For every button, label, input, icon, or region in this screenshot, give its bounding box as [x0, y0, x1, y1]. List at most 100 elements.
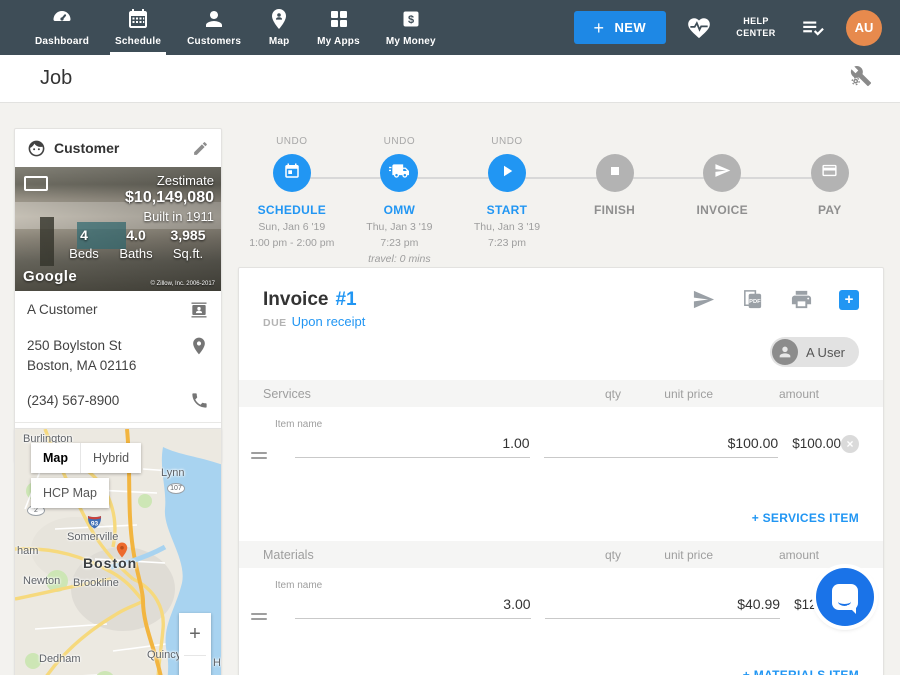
finish-step-button[interactable]: [596, 154, 634, 192]
home-facts-values: 4 4.0 3,985: [58, 227, 214, 243]
omw-step-button[interactable]: [380, 154, 418, 192]
contact-card-icon[interactable]: [189, 300, 209, 320]
nav-label: Schedule: [115, 36, 161, 47]
new-button[interactable]: + NEW: [574, 11, 666, 44]
map-label-lynn: Lynn: [161, 467, 184, 479]
step-date: Sun, Jan 6 '19: [249, 220, 334, 236]
checklist-icon[interactable]: [800, 15, 826, 41]
map-label-somerville: Somerville: [67, 531, 118, 543]
nav-label: My Apps: [317, 36, 360, 47]
zestimate-label: Zestimate: [58, 173, 214, 188]
nav-item-map[interactable]: Map: [254, 0, 304, 55]
customer-address: 250 Boylston St Boston, MA 02116: [27, 336, 181, 375]
nav-item-dashboard[interactable]: Dashboard: [22, 0, 102, 55]
due-value-link[interactable]: Upon receipt: [292, 314, 366, 329]
material-item-qty-input[interactable]: [295, 594, 531, 619]
home-facts-labels: Beds Baths Sq.ft.: [58, 246, 214, 261]
baths-label: Baths: [110, 246, 162, 261]
nav-label: My Money: [386, 36, 436, 47]
svg-text:PDF: PDF: [749, 299, 761, 305]
svg-text:$: $: [408, 14, 414, 26]
drag-handle-icon[interactable]: [251, 449, 267, 495]
print-icon[interactable]: [790, 288, 813, 311]
undo-start-link[interactable]: UNDO: [491, 130, 522, 154]
start-step-button[interactable]: [488, 154, 526, 192]
service-item-qty-input[interactable]: [295, 433, 530, 458]
nav-label: Dashboard: [35, 36, 89, 47]
map-pin-icon: [267, 7, 291, 31]
timeline-step-pay: PAY: [776, 130, 884, 267]
job-settings-wrench-icon[interactable]: [850, 65, 872, 92]
service-item-amount: $100.00: [792, 433, 841, 451]
undo-omw-link[interactable]: UNDO: [384, 130, 415, 154]
map-label-waltham-partial: ham: [17, 545, 38, 557]
zoom-out-button[interactable]: −: [179, 656, 211, 675]
step-label: PAY: [818, 203, 842, 217]
invoice-number[interactable]: #1: [335, 289, 356, 311]
customer-card-title: Customer: [54, 140, 184, 156]
step-date: Thu, Jan 3 '19: [474, 220, 540, 236]
beds-value: 4: [58, 227, 110, 243]
hcp-map-button[interactable]: HCP Map: [31, 478, 109, 508]
heart-pulse-icon[interactable]: [686, 15, 712, 41]
map-type-hybrid-button[interactable]: Hybrid: [81, 443, 141, 473]
remove-service-item-button[interactable]: ×: [841, 435, 859, 453]
job-location-pin-icon[interactable]: [113, 541, 131, 564]
play-icon: [498, 162, 516, 185]
step-label: INVOICE: [696, 203, 747, 217]
service-item-unit-price-input[interactable]: [544, 433, 779, 458]
user-avatar[interactable]: AU: [846, 10, 882, 46]
sqft-label: Sq.ft.: [162, 246, 214, 261]
chat-fab-button[interactable]: [816, 568, 874, 626]
street-view-photo[interactable]: Zestimate $10,149,080 Built in 1911 4 4.…: [15, 167, 221, 291]
help-center-link[interactable]: HELP CENTER: [732, 16, 780, 39]
step-label: OMW: [384, 203, 416, 217]
edit-pencil-icon[interactable]: [192, 140, 209, 157]
pay-step-button[interactable]: [811, 154, 849, 192]
schedule-step-button[interactable]: [273, 154, 311, 192]
assignee-name: A User: [806, 345, 845, 360]
nav-item-my-money[interactable]: $ My Money: [373, 0, 449, 55]
nav-item-schedule[interactable]: Schedule: [102, 0, 174, 55]
invoice-actions: PDF +: [692, 288, 859, 311]
pdf-icon[interactable]: PDF: [741, 288, 764, 311]
send-invoice-icon[interactable]: [692, 288, 715, 311]
step-dates: Sun, Jan 6 '19 1:00 pm - 2:00 pm: [249, 220, 334, 252]
apps-grid-icon: [327, 7, 351, 31]
nav-item-my-apps[interactable]: My Apps: [304, 0, 373, 55]
unit-price-column-header: unit price: [635, 387, 713, 401]
map-type-map-button[interactable]: Map: [31, 443, 81, 473]
customer-face-icon: [27, 139, 46, 158]
plus-icon: +: [594, 19, 605, 37]
qty-column-header: qty: [557, 387, 621, 401]
zillow-copyright: © Zillow, Inc. 2006-2017: [151, 281, 215, 287]
material-item-unit-price-input[interactable]: [545, 594, 781, 619]
phone-icon[interactable]: [190, 391, 209, 410]
undo-schedule-link[interactable]: UNDO: [276, 130, 307, 154]
map-label-dedham: Dedham: [39, 653, 81, 665]
map-canvas[interactable]: Burlington Lynn Somerville ham Boston Ne…: [15, 429, 222, 675]
zoom-in-button[interactable]: +: [179, 613, 211, 655]
mini-map[interactable]: Burlington Lynn Somerville ham Boston Ne…: [14, 428, 222, 675]
interstate-93-shield: 93: [87, 513, 102, 529]
address-line2: Boston, MA 02116: [27, 356, 181, 376]
customer-address-row: 250 Boylston St Boston, MA 02116: [15, 327, 221, 382]
map-zoom-control: + −: [179, 613, 211, 675]
step-time: 7:23 pm: [366, 236, 432, 252]
new-button-label: NEW: [614, 20, 646, 35]
send-invoice-step-button[interactable]: [703, 154, 741, 192]
assignee-chip[interactable]: A User: [770, 337, 859, 367]
location-pin-icon[interactable]: [189, 336, 209, 356]
add-materials-item-link[interactable]: + MATERIALS ITEM: [743, 668, 859, 675]
map-type-buttons: Map Hybrid: [31, 443, 141, 473]
customer-phone: (234) 567-8900: [27, 391, 182, 411]
nav-item-customers[interactable]: Customers: [174, 0, 254, 55]
drag-handle-icon[interactable]: [251, 610, 267, 656]
add-services-item-link[interactable]: + SERVICES ITEM: [752, 511, 859, 525]
map-label-quincy: Quincy: [147, 649, 181, 661]
add-invoice-button[interactable]: +: [839, 290, 859, 310]
nav-label: Map: [269, 36, 290, 47]
calendar-icon: [283, 162, 301, 185]
street-view-toggle-icon[interactable]: [24, 176, 48, 191]
content-area: Customer Zestimate $10,149,080 Built in …: [0, 103, 900, 675]
